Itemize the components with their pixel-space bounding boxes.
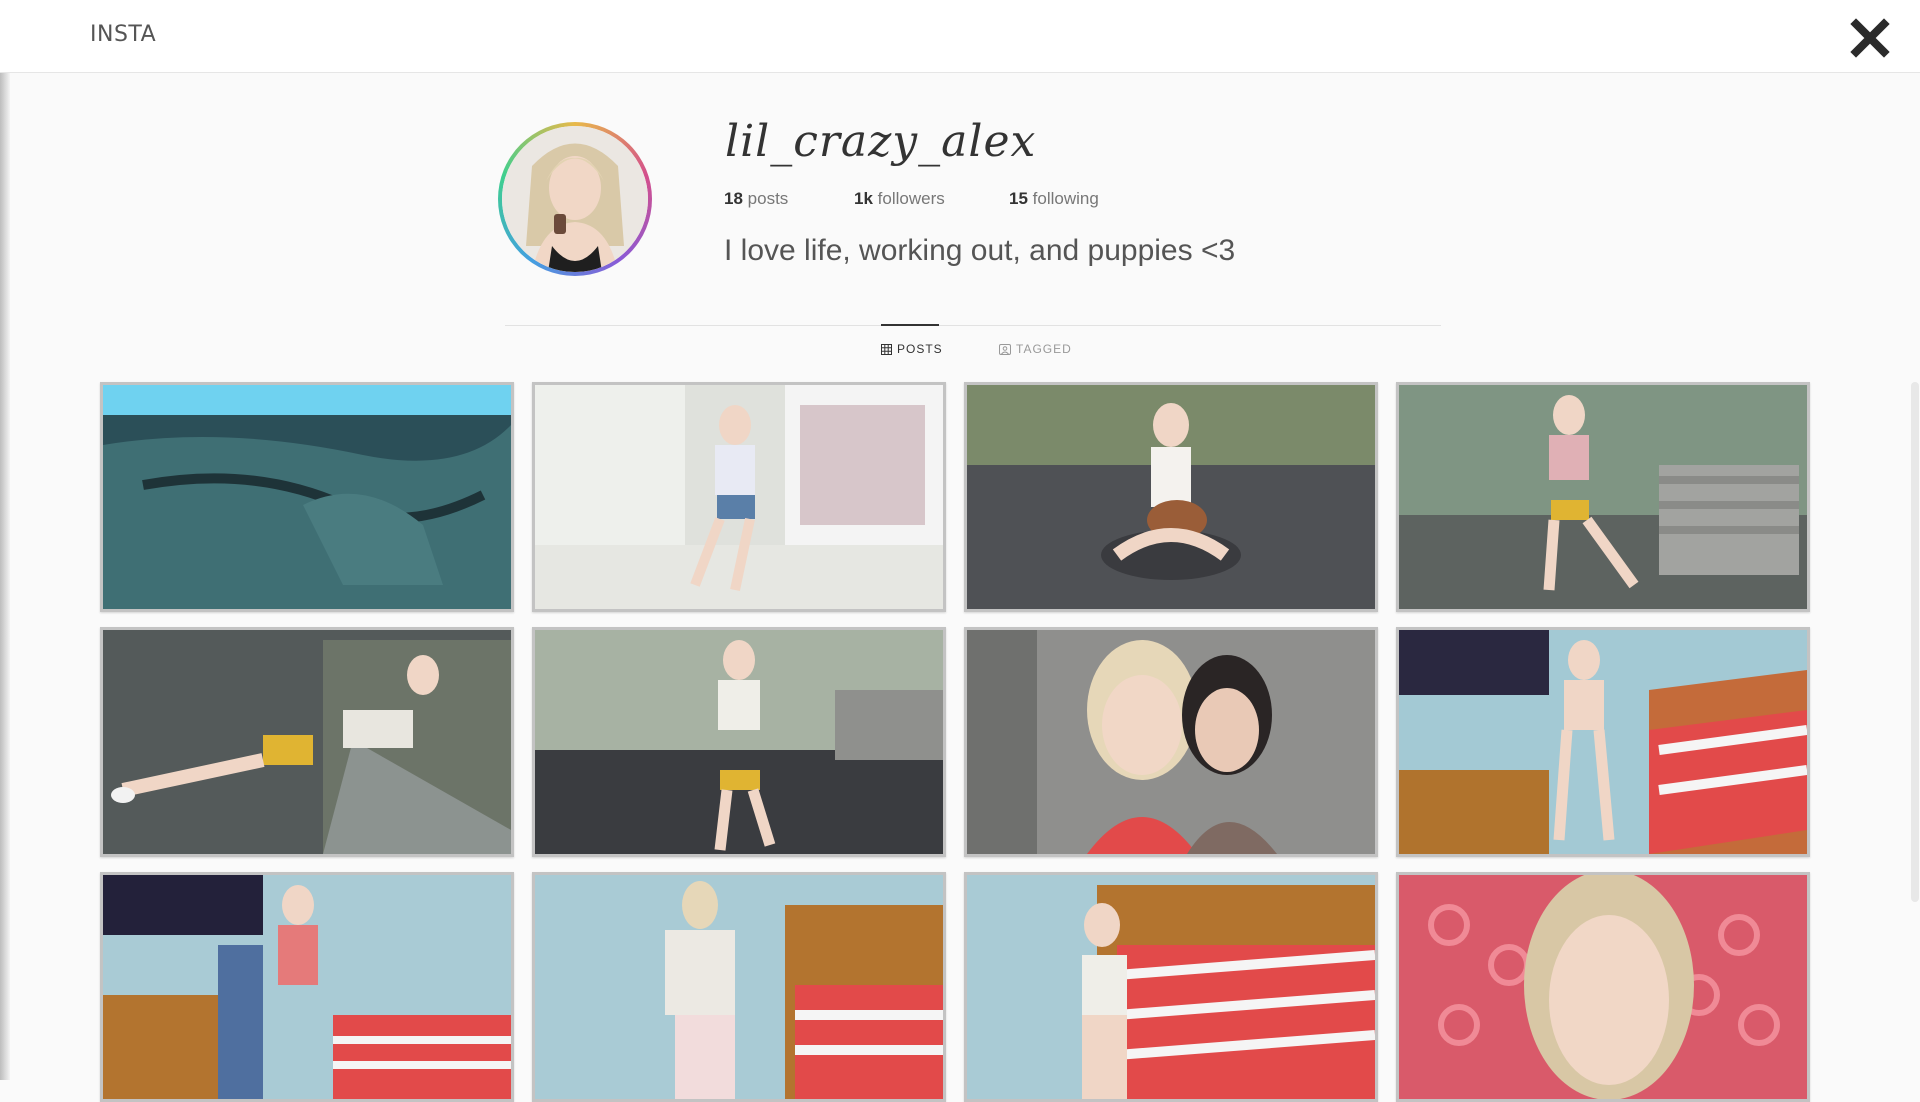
- left-shade: [0, 0, 10, 1080]
- active-tab-indicator: [881, 324, 939, 326]
- post-tile-6[interactable]: [532, 627, 946, 857]
- post-tile-9[interactable]: [100, 872, 514, 1102]
- posts-count: 18: [724, 189, 743, 208]
- close-button[interactable]: [1846, 14, 1894, 62]
- following-count: 15: [1009, 189, 1028, 208]
- post-tile-2[interactable]: [532, 382, 946, 612]
- tab-tagged[interactable]: TAGGED: [999, 342, 1072, 356]
- post-tile-7[interactable]: [964, 627, 1378, 857]
- post-tile-1[interactable]: [100, 382, 514, 612]
- posts-label: posts: [747, 189, 789, 208]
- stat-following[interactable]: 15 following: [1009, 189, 1099, 209]
- profile-username: lil_crazy_alex: [725, 116, 1037, 167]
- grid-icon: [881, 343, 892, 355]
- post-tile-8[interactable]: [1396, 627, 1810, 857]
- post-tile-3[interactable]: [964, 382, 1378, 612]
- close-icon: [1850, 18, 1890, 58]
- tabs-divider: [505, 325, 1441, 326]
- stat-posts: 18 posts: [724, 189, 788, 209]
- profile-bio: I love life, working out, and puppies <3: [724, 234, 1236, 267]
- tab-tagged-label: TAGGED: [1016, 342, 1072, 356]
- tag-icon: [999, 343, 1011, 355]
- following-label: following: [1032, 189, 1099, 208]
- top-bar: INSTA: [0, 0, 1920, 73]
- post-tile-5[interactable]: [100, 627, 514, 857]
- tab-posts-label: POSTS: [897, 342, 943, 356]
- followers-label: followers: [877, 189, 945, 208]
- avatar[interactable]: [498, 122, 652, 276]
- post-tile-4[interactable]: [1396, 382, 1810, 612]
- tab-posts[interactable]: POSTS: [881, 342, 943, 356]
- avatar-image: [502, 126, 648, 272]
- followers-count: 1k: [854, 189, 873, 208]
- post-tile-10[interactable]: [532, 872, 946, 1102]
- stat-followers[interactable]: 1k followers: [854, 189, 945, 209]
- post-tile-11[interactable]: [964, 872, 1378, 1102]
- app-title: INSTA: [90, 22, 157, 47]
- post-tile-12[interactable]: [1396, 872, 1810, 1102]
- scrollbar[interactable]: [1911, 382, 1919, 902]
